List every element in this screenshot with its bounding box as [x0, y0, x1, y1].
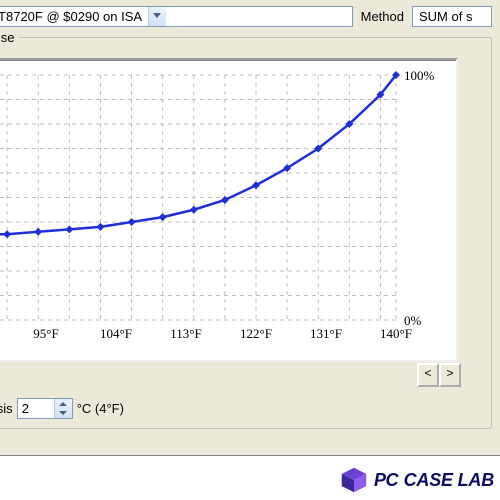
svg-text:100%: 100%: [404, 68, 435, 83]
svg-text:113°F: 113°F: [170, 326, 201, 341]
chip-select-value: m IT8720F @ $0290 on ISA: [0, 9, 148, 24]
response-group: Response 86°F95°F104°F113°F122°F131°F140…: [0, 37, 492, 429]
hysteresis-input[interactable]: [18, 399, 54, 418]
watermark-text-pc: PC: [374, 470, 398, 490]
svg-text:104°F: 104°F: [100, 326, 132, 341]
svg-text:122°F: 122°F: [240, 326, 272, 341]
svg-text:131°F: 131°F: [310, 326, 342, 341]
svg-text:140°F: 140°F: [380, 326, 412, 341]
cube-icon: [340, 466, 368, 494]
spinner-up-icon[interactable]: [55, 399, 72, 409]
temp-max-decrease-button[interactable]: <: [417, 363, 439, 387]
hysteresis-spinner[interactable]: [17, 398, 73, 419]
chevron-down-icon: [148, 7, 166, 26]
svg-text:0%: 0%: [404, 313, 422, 328]
fan-curve-chart[interactable]: 86°F95°F104°F113°F122°F131°F140°F100%0%: [0, 58, 458, 362]
watermark: PC CASE LAB: [340, 466, 494, 494]
hysteresis-label: Hysteresis: [0, 401, 13, 416]
method-label: Method: [361, 9, 404, 24]
watermark-text-case: CASE LAB: [404, 470, 494, 490]
method-select-dropdown[interactable]: SUM of s: [412, 6, 492, 27]
temp-max-increase-button[interactable]: >: [439, 363, 461, 387]
chip-select-dropdown[interactable]: m IT8720F @ $0290 on ISA: [0, 6, 353, 27]
group-title: Response: [0, 30, 19, 45]
hysteresis-unit: °C (4°F): [77, 401, 124, 416]
method-select-value: SUM of s: [413, 9, 478, 24]
spinner-down-icon[interactable]: [55, 409, 72, 419]
svg-text:95°F: 95°F: [33, 326, 58, 341]
